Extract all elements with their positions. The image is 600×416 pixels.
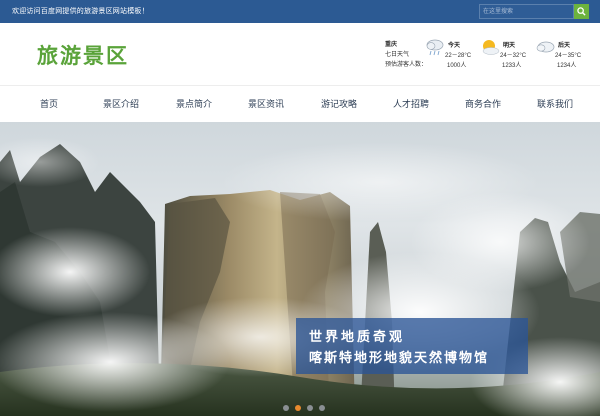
weather-day-temp: 24－32°C	[500, 53, 527, 59]
slider-dot-1[interactable]	[283, 405, 289, 411]
search-icon	[577, 7, 586, 16]
nav-item-business[interactable]: 商务合作	[465, 97, 501, 110]
weather-day-count: 1233人	[502, 63, 522, 69]
slider-dot-3[interactable]	[307, 405, 313, 411]
hero-banner[interactable]: 世界地质奇观 喀斯特地形地貌天然博物馆	[0, 122, 600, 416]
page: 欢迎访问百度网提供的旅游景区网站模板！ 旅游景区 重庆 七日天气 预估游客人数：	[0, 0, 600, 416]
weather-label: 七日天气	[385, 52, 410, 58]
hero-caption: 世界地质奇观 喀斯特地形地貌天然博物馆	[296, 318, 528, 374]
weather-summary: 重庆 七日天气 预估游客人数：	[385, 40, 427, 70]
nav-item-travel-guides[interactable]: 游记攻略	[321, 97, 357, 110]
header: 旅游景区 重庆 七日天气 预估游客人数： 今天 22－28°C 1000人 明天…	[0, 23, 600, 85]
search-button[interactable]	[574, 4, 589, 19]
weather-day-after: 后天 24－35°C 1234人	[534, 37, 598, 71]
visitors-label: 预估游客人数：	[385, 62, 428, 68]
weather-day-temp: 24－35°C	[555, 53, 582, 59]
nav-item-home[interactable]: 首页	[40, 97, 58, 110]
slider-dot-4[interactable]	[319, 405, 325, 411]
nav-item-spots[interactable]: 景点简介	[176, 97, 212, 110]
search-input[interactable]	[479, 4, 574, 19]
weather-day-temp: 22－28°C	[445, 53, 472, 59]
weather-day-name: 今天	[448, 43, 461, 49]
sun-cloud-icon	[482, 40, 500, 55]
slider-dot-2[interactable]	[295, 405, 301, 411]
weather-day-count: 1000人	[447, 63, 467, 69]
weather-city: 重庆	[385, 42, 398, 48]
hero-caption-line1: 世界地质奇观	[309, 330, 406, 345]
cloud-rain-icon	[426, 39, 444, 56]
weather-day-name: 明天	[503, 43, 516, 49]
nav-item-news[interactable]: 景区资讯	[248, 97, 284, 110]
weather-day-name: 后天	[558, 43, 571, 49]
nav-item-scenic-intro[interactable]: 景区介绍	[103, 97, 139, 110]
hero-caption-line2: 喀斯特地形地貌天然博物馆	[309, 351, 490, 366]
nav-item-careers[interactable]: 人才招聘	[393, 97, 429, 110]
weather-day-count: 1234人	[557, 63, 577, 69]
search-box	[479, 4, 589, 19]
welcome-text: 欢迎访问百度网提供的旅游景区网站模板！	[12, 8, 149, 15]
nav-item-contact[interactable]: 联系我们	[537, 97, 573, 110]
top-bar: 欢迎访问百度网提供的旅游景区网站模板！	[0, 0, 600, 23]
site-logo[interactable]: 旅游景区	[37, 40, 129, 70]
cloud-icon	[536, 41, 555, 53]
main-nav: 首页 景区介绍 景点简介 景区资讯 游记攻略 人才招聘 商务合作 联系我们	[0, 85, 600, 122]
